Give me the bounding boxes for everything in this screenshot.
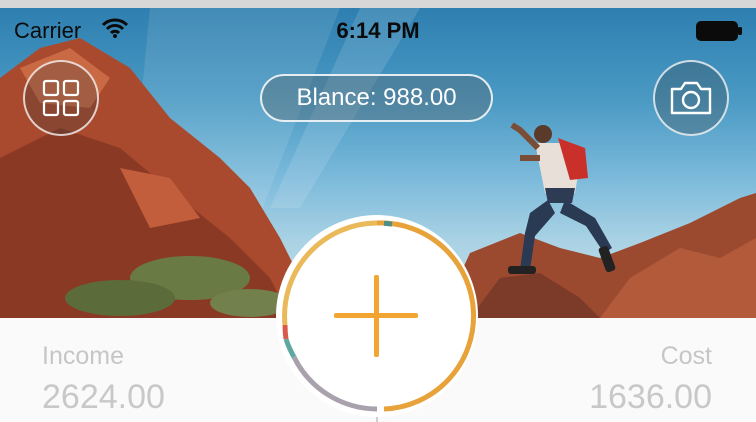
ratio-ring bbox=[282, 220, 477, 412]
camera-button[interactable] bbox=[653, 60, 729, 136]
balance-pill: Blance: 988.00 bbox=[260, 74, 493, 122]
add-record-button[interactable] bbox=[276, 215, 478, 417]
income-value: 2624.00 bbox=[42, 378, 165, 416]
top-border bbox=[0, 0, 756, 8]
cost-label: Cost bbox=[660, 342, 712, 370]
battery-icon bbox=[696, 21, 744, 41]
cost-value: 1636.00 bbox=[589, 378, 712, 416]
menu-grid-button[interactable] bbox=[23, 60, 99, 136]
camera-icon bbox=[670, 81, 712, 115]
status-bar: Carrier 6:14 PM bbox=[0, 8, 756, 48]
plus-icon bbox=[334, 275, 418, 357]
status-time: 6:14 PM bbox=[336, 18, 420, 43]
grid-icon bbox=[42, 79, 80, 117]
income-label: Income bbox=[42, 342, 124, 370]
